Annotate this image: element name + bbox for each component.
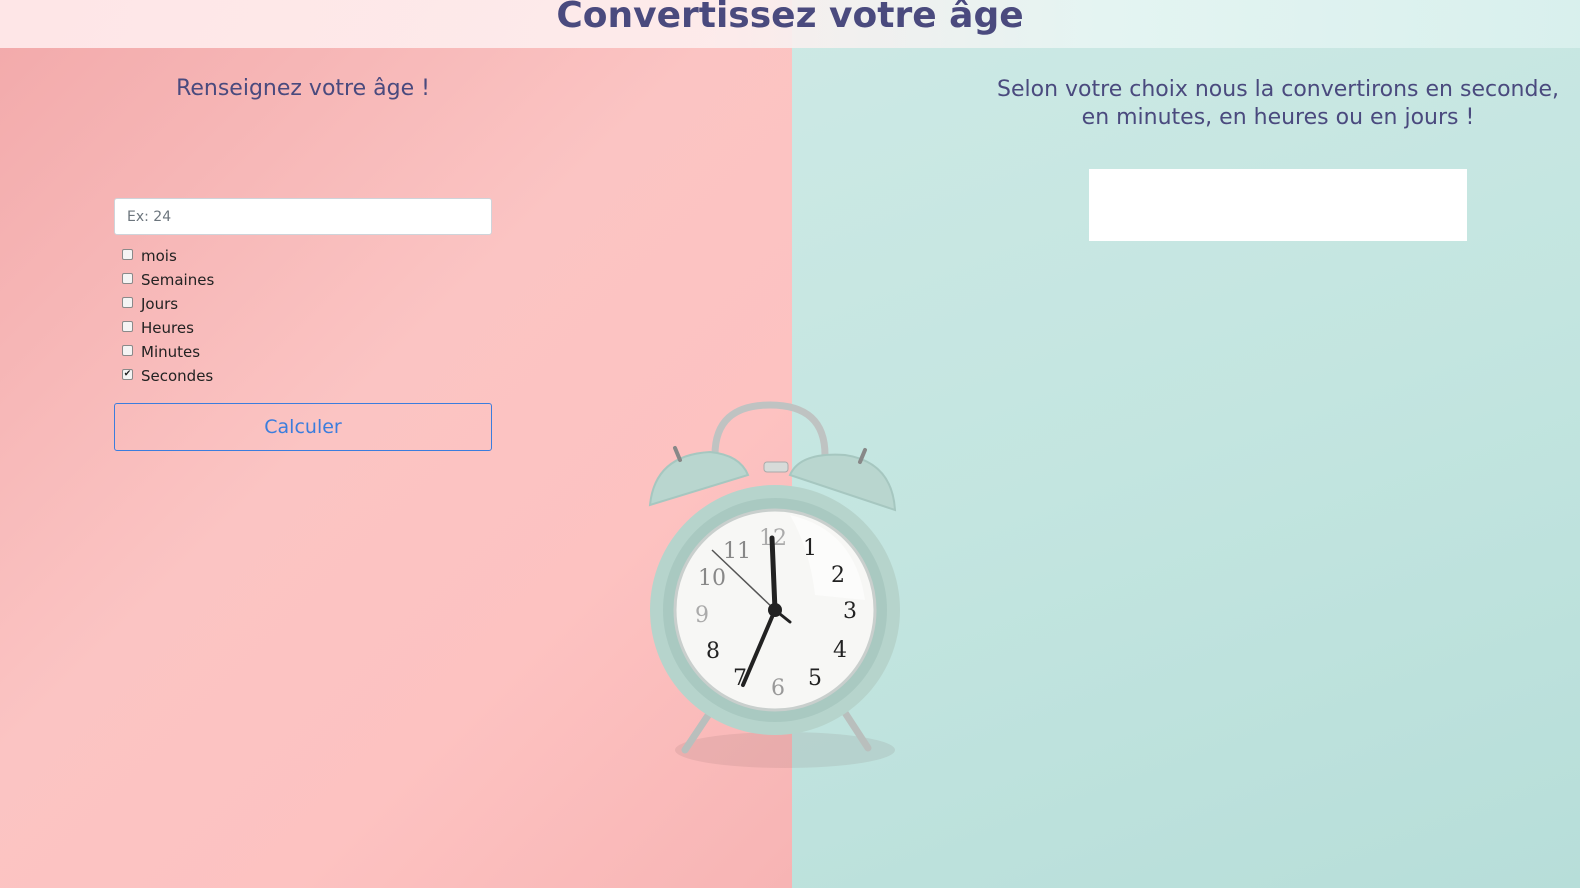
checkbox-semaines[interactable] xyxy=(122,272,133,284)
clock-number-8: 8 xyxy=(706,639,720,664)
option-minutes[interactable]: Minutes xyxy=(122,340,214,364)
option-heures[interactable]: Heures xyxy=(122,316,214,340)
checkbox-secondes[interactable]: ✔ xyxy=(122,368,133,380)
clock-number-6: 6 xyxy=(771,676,785,701)
clock-number-5: 5 xyxy=(808,666,822,691)
right-heading: Selon votre choix nous la convertirons e… xyxy=(988,76,1568,132)
option-label: Jours xyxy=(141,295,179,313)
option-secondes[interactable]: ✔ Secondes xyxy=(122,364,214,388)
option-label: Semaines xyxy=(141,271,215,289)
calculate-button[interactable]: Calculer xyxy=(114,403,492,451)
clock-number-1: 1 xyxy=(803,536,817,561)
option-label: Heures xyxy=(141,319,194,337)
option-jours[interactable]: Jours xyxy=(122,292,214,316)
option-label: Minutes xyxy=(141,343,201,361)
option-semaines[interactable]: Semaines xyxy=(122,268,214,292)
checkbox-heures[interactable] xyxy=(122,320,133,332)
clock-number-3: 3 xyxy=(843,599,857,624)
option-label: Secondes xyxy=(141,367,214,385)
page-title: Convertissez votre âge xyxy=(556,0,1024,36)
unit-options: mois Semaines Jours Heures Minutes ✔ Sec… xyxy=(122,244,214,388)
age-input[interactable] xyxy=(114,198,492,235)
checkbox-minutes[interactable] xyxy=(122,344,133,356)
clock-number-4: 4 xyxy=(833,638,847,663)
result-output xyxy=(1089,169,1467,241)
option-mois[interactable]: mois xyxy=(122,244,214,268)
checkbox-mois[interactable] xyxy=(122,248,133,260)
option-label: mois xyxy=(141,247,177,265)
clock-number-10: 10 xyxy=(698,566,726,591)
checkmark-icon: ✔ xyxy=(123,368,132,379)
page: 12 1 2 3 4 5 6 7 8 9 10 11 Convertissez … xyxy=(0,0,1580,888)
clock-number-2: 2 xyxy=(831,563,845,588)
right-heading-line1: Selon votre choix nous la convertirons e… xyxy=(997,77,1559,102)
right-heading-line2: en minutes, en heures ou en jours ! xyxy=(1081,105,1475,130)
alarm-clock-illustration: 12 1 2 3 4 5 6 7 8 9 10 11 xyxy=(648,401,900,768)
clock-number-11: 11 xyxy=(723,539,751,564)
clock-number-9: 9 xyxy=(695,603,709,628)
left-heading: Renseignez votre âge ! xyxy=(176,76,430,101)
checkbox-jours[interactable] xyxy=(122,296,133,308)
